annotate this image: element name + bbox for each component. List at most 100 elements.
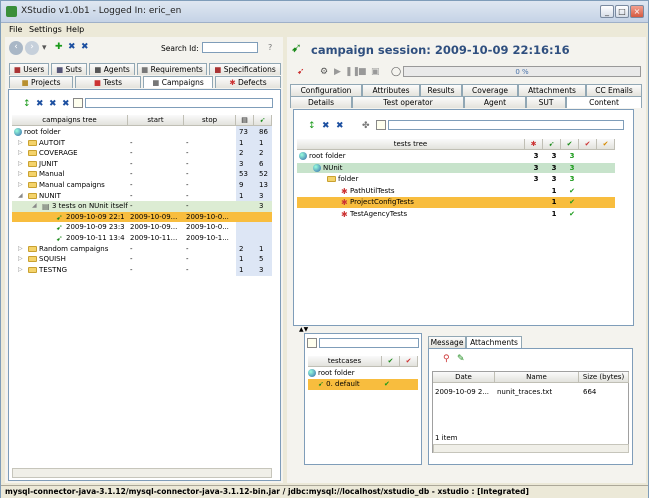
tree-toggle-icon[interactable]: ▷	[18, 148, 23, 158]
tab-tests[interactable]: ■ Tests	[75, 76, 141, 88]
campaign-tree-row[interactable]: ▷ SQUISH - - 1 5	[12, 254, 272, 265]
testcases-filter-input[interactable]	[319, 338, 419, 348]
campaign-tree-row[interactable]: ▷ Manual - - 53 52	[12, 169, 272, 180]
tab-cc-emails[interactable]: CC Emails	[586, 84, 642, 96]
tab-test-operator[interactable]: Test operator	[352, 96, 464, 108]
tests-options-icon[interactable]: ✤	[362, 121, 370, 131]
col-executed-icon[interactable]: ➹	[543, 139, 561, 150]
col-name[interactable]: Name	[495, 372, 579, 383]
tests-tree-row[interactable]: ✱ TestAgencyTests 1 ✔	[297, 209, 615, 220]
tests-collapse-icon[interactable]: ✖	[336, 121, 344, 131]
skip-icon[interactable]: ▣	[371, 67, 380, 77]
tree-toggle-icon[interactable]: ◢	[32, 201, 37, 211]
campaign-tree-row[interactable]: ▷ JUNIT - - 3 6	[12, 159, 272, 170]
attachment-row[interactable]: 2009-10-09 2... nunit_traces.txt 664	[433, 387, 629, 398]
tab-agent[interactable]: Agent	[464, 96, 526, 108]
tree-toggle-icon[interactable]: ▷	[18, 180, 23, 190]
run-session-icon[interactable]: ➹	[297, 67, 305, 77]
maximize-icon[interactable]: □	[615, 5, 629, 18]
campaign-tree-row[interactable]: ➹ 2009-10-11 13:4 2009-10-11... 2009-10-1..…	[12, 233, 272, 244]
collapse-icon[interactable]: ✖	[49, 99, 57, 109]
tab-attributes[interactable]: Attributes	[362, 84, 420, 96]
tab-specifications[interactable]: ■ Specifications	[209, 63, 281, 75]
testcase-row-root[interactable]: root folder	[308, 368, 418, 379]
tab-campaigns[interactable]: ■ Campaigns	[143, 76, 213, 88]
tab-bottom-attachments[interactable]: Attachments	[466, 336, 522, 348]
campaign-tree-row[interactable]: ▷ Random campaigns - - 2 1	[12, 244, 272, 255]
tree-toggle-icon[interactable]: ▷	[18, 265, 23, 275]
col-campaigns-tree[interactable]: campaigns tree	[12, 115, 128, 126]
campaign-tree-row[interactable]: root folder 73 86	[12, 127, 272, 138]
testcase-row-default[interactable]: ➹ 0. default ✔	[308, 379, 418, 390]
tests-expand-icon[interactable]: ✖	[322, 121, 330, 131]
expand-all-icon[interactable]: ✖	[68, 42, 76, 52]
campaign-tree-row[interactable]: ➹ 2009-10-09 22:1 2009-10-09... 2009-10-0..…	[12, 211, 272, 223]
col-unknown-icon[interactable]: ✔	[597, 139, 615, 150]
col-passed-icon[interactable]: ✔	[561, 139, 579, 150]
close-icon[interactable]: ×	[630, 5, 644, 18]
tab-defects[interactable]: ✱ Defects	[215, 76, 281, 88]
tree-toggle-icon[interactable]: ▷	[18, 244, 23, 254]
tree-toggle-icon[interactable]: ◢	[18, 191, 23, 201]
tree-filter-input[interactable]	[85, 98, 273, 108]
attachments-scrollbar[interactable]	[433, 444, 629, 453]
tree-toggle-icon[interactable]: ▷	[18, 254, 23, 264]
stop-icon[interactable]: ■	[358, 67, 367, 77]
tests-filter-search-icon[interactable]	[376, 120, 386, 130]
col-stop[interactable]: stop	[184, 115, 236, 126]
campaign-tree-row[interactable]: ▷ AUTOIT - - 1 1	[12, 138, 272, 149]
magnify-icon[interactable]: ◯	[391, 67, 401, 77]
history-dropdown-icon[interactable]: ▾	[42, 43, 47, 53]
agent-icon[interactable]: ⚙	[320, 67, 328, 77]
sync-icon[interactable]: ✚	[55, 42, 63, 52]
col-count-icon[interactable]: ▤	[236, 115, 254, 126]
tests-tree-row[interactable]: ✱ ProjectConfigTests 1 ✔	[297, 197, 615, 208]
menu-settings[interactable]: Settings	[29, 25, 62, 34]
tests-tree-row[interactable]: ✱ PathUtilTests 1 ✔	[297, 186, 615, 197]
tab-message[interactable]: Message	[428, 336, 466, 348]
tab-agents[interactable]: ■ Agents	[89, 63, 135, 75]
tree-toggle-icon[interactable]: ▷	[18, 169, 23, 179]
tab-projects[interactable]: ■ Projects	[9, 76, 73, 88]
col-failed-icon[interactable]: ✔	[579, 139, 597, 150]
tab-coverage[interactable]: Coverage	[462, 84, 518, 96]
tab-results[interactable]: Results	[420, 84, 462, 96]
tests-filter-input[interactable]	[388, 120, 624, 130]
tab-content[interactable]: Content	[566, 96, 642, 108]
col-tc-failed-icon[interactable]: ✔	[400, 356, 418, 367]
tab-details[interactable]: Details	[290, 96, 352, 108]
tab-suts[interactable]: ■ Suts	[51, 63, 87, 75]
col-tests-tree[interactable]: tests tree	[297, 139, 525, 150]
tab-sut[interactable]: SUT	[526, 96, 566, 108]
splitter-arrows-icon[interactable]: ▲▼	[299, 326, 308, 333]
tab-attachments[interactable]: Attachments	[518, 84, 586, 96]
filter-search-icon[interactable]	[73, 98, 83, 108]
open-attachment-icon[interactable]: ✎	[457, 354, 465, 364]
search-id-input[interactable]	[202, 42, 258, 53]
minimize-icon[interactable]: _	[600, 5, 614, 18]
col-testcases[interactable]: testcases	[308, 356, 382, 367]
tests-tree-row[interactable]: root folder 3 3 3	[297, 151, 615, 162]
testcases-search-icon[interactable]	[307, 338, 317, 348]
back-icon[interactable]: ‹	[9, 41, 23, 55]
col-date[interactable]: Date	[433, 372, 495, 383]
col-runs-icon[interactable]: ➹	[254, 115, 272, 126]
campaign-tree-row[interactable]: ▷ Manual campaigns - - 9 13	[12, 180, 272, 191]
menu-file[interactable]: File	[9, 25, 22, 34]
menu-help[interactable]: Help	[66, 25, 84, 34]
campaign-tree-row[interactable]: ◢ ▤ 3 tests on NUnit itself - -3	[12, 201, 272, 212]
collapse-level-icon[interactable]: ✖	[62, 99, 70, 109]
expand-icon[interactable]: ✖	[36, 99, 44, 109]
tab-configuration[interactable]: Configuration	[290, 84, 362, 96]
help-icon[interactable]: ?	[268, 43, 272, 52]
tests-refresh-icon[interactable]: ↕	[308, 121, 316, 131]
tab-requirements[interactable]: ■ Requirements	[137, 63, 207, 75]
tests-tree-row[interactable]: folder 3 3 3	[297, 174, 615, 185]
refresh-icon[interactable]: ↕	[23, 99, 31, 109]
tree-toggle-icon[interactable]: ▷	[18, 159, 23, 169]
play-icon[interactable]: ▶	[334, 67, 341, 77]
campaign-tree-row[interactable]: ▷ TESTNG - - 1 3	[12, 265, 272, 276]
tree-toggle-icon[interactable]: ▷	[18, 138, 23, 148]
campaign-tree-row[interactable]: ➹ 2009-10-09 23:3 2009-10-09... 2009-10-0..…	[12, 222, 272, 233]
forward-icon[interactable]: ›	[25, 41, 39, 55]
